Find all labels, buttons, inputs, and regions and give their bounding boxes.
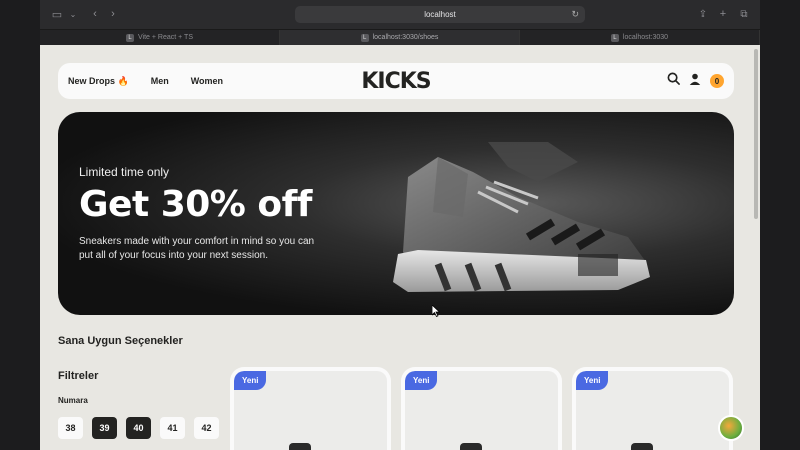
floating-avatar[interactable] [718, 415, 744, 441]
sneaker-image [393, 142, 650, 292]
hero-banner[interactable]: Limited time only Get 30% off Sneakers m… [58, 112, 734, 315]
mouse-cursor-icon [432, 305, 440, 317]
product-card[interactable]: Yeni [230, 367, 391, 450]
tab-bar: L Vite + React + TS L localhost:3030/sho… [40, 29, 760, 45]
nav-link-women[interactable]: Women [191, 76, 223, 87]
size-option-39[interactable]: 39 [92, 417, 117, 439]
hero-title: Get 30% off [79, 184, 312, 225]
hero-description: Sneakers made with your comfort in mind … [79, 236, 315, 261]
sidebar-toggle-icon[interactable]: ▭ [50, 8, 64, 21]
size-option-42[interactable]: 42 [194, 417, 219, 439]
reload-icon[interactable]: ↻ [571, 9, 579, 20]
product-image: Yeni [576, 371, 729, 450]
page-viewport: New Drops 🔥 Men Women KICKS 0 Limited ti… [40, 45, 760, 450]
new-badge: Yeni [234, 371, 267, 390]
nav-link-new-drops[interactable]: New Drops 🔥 [68, 76, 129, 87]
shoe-thumbnail [631, 443, 653, 450]
new-tab-icon[interactable]: + [716, 8, 730, 20]
product-card[interactable]: Yeni [401, 367, 562, 450]
logo[interactable]: KICKS [361, 69, 431, 94]
size-option-38[interactable]: 38 [58, 417, 83, 439]
user-icon[interactable] [689, 72, 701, 90]
new-badge: Yeni [576, 371, 609, 390]
tab-localhost[interactable]: L localhost:3030 [520, 30, 760, 45]
tab-label: Vite + React + TS [138, 34, 193, 41]
size-filter-title: Numara [58, 396, 88, 405]
forward-icon[interactable]: › [106, 8, 120, 20]
favicon-icon: L [126, 33, 134, 42]
browser-titlebar: ▭ ⌄ ‹ › localhost ↻ ⇪ + ⧉ [40, 0, 760, 29]
hero-text: Limited time only Get 30% off Sneakers m… [79, 165, 324, 263]
filters-title: Filtreler [58, 370, 99, 382]
product-image: Yeni [234, 371, 387, 450]
favicon-icon: L [610, 33, 619, 42]
size-option-40[interactable]: 40 [126, 417, 151, 439]
tab-vite[interactable]: L Vite + React + TS [40, 30, 280, 45]
back-icon[interactable]: ‹ [88, 8, 102, 20]
scrollbar[interactable] [754, 49, 758, 219]
share-icon[interactable]: ⇪ [696, 8, 710, 20]
shoe-thumbnail [289, 443, 311, 450]
url-bar[interactable]: localhost ↻ [295, 6, 585, 23]
product-image: Yeni [405, 371, 558, 450]
hero-subtitle: Limited time only [79, 165, 170, 179]
url-text: localhost [424, 10, 456, 19]
tab-label: localhost:3030/shoes [372, 34, 439, 41]
size-option-41[interactable]: 41 [160, 417, 185, 439]
nav-links: New Drops 🔥 Men Women [68, 76, 223, 87]
product-card[interactable]: Yeni [572, 367, 733, 450]
chevron-down-icon[interactable]: ⌄ [66, 8, 80, 20]
navbar: New Drops 🔥 Men Women KICKS 0 [58, 63, 734, 99]
favicon-icon: L [360, 33, 369, 42]
search-icon[interactable] [667, 72, 680, 90]
size-options: 38 39 40 41 42 [58, 417, 219, 439]
section-title: Sana Uygun Seçenekler [58, 335, 183, 347]
tab-overview-icon[interactable]: ⧉ [737, 8, 751, 20]
shoe-thumbnail [460, 443, 482, 450]
tab-shoes[interactable]: L localhost:3030/shoes [280, 30, 520, 45]
nav-icons: 0 [667, 72, 724, 90]
nav-link-men[interactable]: Men [151, 76, 169, 87]
cart-badge[interactable]: 0 [710, 74, 724, 88]
new-badge: Yeni [405, 371, 438, 390]
tab-label: localhost:3030 [622, 34, 669, 41]
